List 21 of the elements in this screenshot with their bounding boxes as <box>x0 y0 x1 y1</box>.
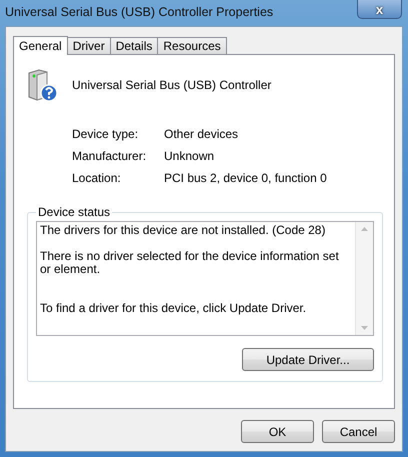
window-title: Universal Serial Bus (USB) Controller Properties <box>5 5 274 19</box>
tab[interactable]: Driver <box>66 37 111 54</box>
dialog-button[interactable]: OK <box>241 420 314 443</box>
property-label: Device type: <box>72 127 140 141</box>
dialog-button[interactable]: Cancel <box>322 420 395 443</box>
tab[interactable]: Details <box>110 37 158 54</box>
property-value: Other devices <box>164 127 240 141</box>
property-value: Unknown <box>164 149 216 163</box>
scrollbar[interactable] <box>355 222 373 335</box>
property-value: PCI bus 2, device 0, function 0 <box>164 171 328 185</box>
tab[interactable]: Resources <box>157 37 227 54</box>
property-label: Location: <box>72 171 122 185</box>
scroll-down-icon[interactable] <box>361 326 368 330</box>
tab[interactable]: General <box>13 36 68 55</box>
scroll-up-icon[interactable] <box>361 227 368 231</box>
update-driver-button[interactable]: Update Driver... <box>242 348 374 371</box>
status-text: The drivers for this device are not installed. (Code 28) There is no driver selected for the device information set or element. To find a driver for this device, click Update Driver. <box>39 222 340 317</box>
status-textbox[interactable]: The drivers for this device are not installed. (Code 28) There is no driver selected for the device information set or element. To find a driver for this device, click Update Driver. <box>36 221 374 336</box>
device-name: Universal Serial Bus (USB) Controller <box>72 78 272 92</box>
property-label: Manufacturer: <box>72 149 148 163</box>
group-title: Device status <box>37 205 112 219</box>
